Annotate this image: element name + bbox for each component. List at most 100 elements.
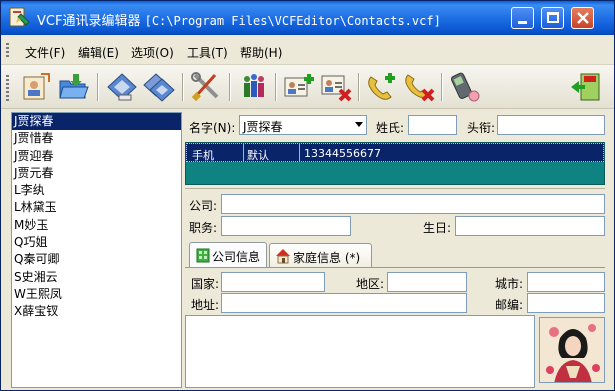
tools-icon (191, 72, 219, 102)
menu-file[interactable]: 文件(F) (25, 44, 65, 61)
file-path: [C:\Program Files\VCFEditor\Contacts.vcf… (144, 14, 441, 28)
house-icon (276, 249, 290, 264)
app-icon (9, 7, 30, 27)
menu-bar: 文件(F) 编辑(E) 选项(O) 工具(T) 帮助(H) (1, 35, 614, 65)
toolbar (1, 65, 614, 109)
contact-list[interactable]: J贾探春 J贾惜春 J贾迎春 J贾元春 L李纨 L林黛玉 M妙玉 Q巧姐 Q秦可… (11, 112, 182, 388)
save-all-button[interactable] (142, 71, 176, 103)
menu-edit[interactable]: 编辑(E) (78, 44, 119, 61)
company-label: 公司: (189, 199, 218, 213)
name-label: 名字(N): (189, 121, 236, 135)
name-value: J贾探春 (243, 120, 283, 134)
minimize-button[interactable] (511, 7, 534, 29)
address-field[interactable] (221, 293, 467, 313)
phone-type: 手机 (192, 149, 214, 162)
mobile-phone-icon (450, 72, 480, 102)
disk-icon (107, 73, 137, 101)
column-divider (299, 144, 300, 161)
list-item[interactable]: W王熙凤 (12, 286, 181, 303)
birthday-field[interactable] (455, 216, 605, 236)
toolbar-separator (97, 73, 99, 101)
toolbar-separator (182, 73, 184, 101)
menu-grip (6, 43, 9, 57)
delete-phone-icon (405, 74, 435, 102)
toolbar-grip (6, 75, 9, 101)
country-label: 国家: (191, 277, 220, 291)
mobile-button[interactable] (449, 71, 483, 103)
list-item[interactable]: S史湘云 (12, 269, 181, 286)
new-contact-icon (23, 73, 50, 100)
list-item[interactable]: J贾惜春 (12, 130, 181, 147)
maximize-icon (547, 12, 559, 23)
table-row[interactable]: 手机 默认 13344556677 (186, 143, 604, 162)
region-label: 地区: (356, 277, 385, 291)
list-item[interactable]: X薛宝钗 (12, 303, 181, 320)
tab-home-info[interactable]: 家庭信息 (*) (269, 243, 372, 267)
title-field[interactable] (497, 115, 605, 135)
list-item[interactable]: J贾元春 (12, 165, 181, 182)
list-item[interactable]: Q巧姐 (12, 234, 181, 251)
toolbar-separator (358, 73, 360, 101)
menu-options[interactable]: 选项(O) (131, 44, 174, 61)
add-contact-button[interactable] (282, 71, 316, 103)
exit-button[interactable] (569, 71, 603, 103)
tab-company-info[interactable]: 公司信息 (189, 242, 267, 267)
divider (185, 188, 605, 189)
phone-list[interactable]: 手机 默认 13344556677 (185, 142, 605, 185)
add-phone-button[interactable] (365, 71, 399, 103)
list-item[interactable]: L李纨 (12, 182, 181, 199)
region-field[interactable] (387, 272, 467, 292)
tab-label: 家庭信息 (*) (293, 251, 361, 265)
name-combo[interactable]: J贾探春 (239, 115, 367, 135)
menu-tools[interactable]: 工具(T) (187, 44, 228, 61)
close-icon (577, 12, 589, 24)
phone-number: 13344556677 (304, 147, 381, 160)
title-label: 头衔: (467, 121, 496, 135)
people-icon (244, 74, 264, 97)
menu-help[interactable]: 帮助(H) (240, 44, 282, 61)
open-file-icon (59, 74, 89, 99)
list-item[interactable]: J贾迎春 (12, 148, 181, 165)
company-field[interactable] (221, 194, 605, 214)
toolbar-separator (441, 73, 443, 101)
city-field[interactable] (527, 272, 605, 292)
contact-photo[interactable] (539, 317, 605, 383)
chevron-down-icon[interactable] (355, 122, 363, 127)
list-item[interactable]: Q秦可卿 (12, 251, 181, 268)
tools-button[interactable] (189, 71, 223, 103)
address-label: 地址: (191, 298, 220, 312)
multi-disk-icon (143, 73, 175, 102)
phone-flag: 默认 (247, 149, 269, 162)
list-item[interactable]: J贾探春 (12, 113, 181, 131)
delete-contact-button[interactable] (319, 71, 353, 103)
column-divider (243, 144, 244, 161)
position-label: 职务: (189, 221, 218, 235)
surname-field[interactable] (408, 115, 457, 135)
title-bar[interactable]: VCF通讯录编辑器 [C:\Program Files\VCFEditor\Co… (1, 1, 614, 35)
add-card-icon (284, 74, 314, 97)
surname-label: 姓氏: (376, 121, 405, 135)
birthday-label: 生日: (423, 221, 452, 235)
close-button[interactable] (571, 7, 594, 29)
list-item[interactable]: M妙玉 (12, 217, 181, 234)
building-icon (196, 248, 210, 263)
save-button[interactable] (105, 71, 139, 103)
delete-phone-button[interactable] (402, 71, 436, 103)
delete-card-icon (321, 75, 352, 102)
postcode-field[interactable] (527, 293, 605, 313)
new-contact-button[interactable] (19, 71, 53, 103)
tab-label: 公司信息 (212, 250, 261, 264)
toolbar-separator (229, 73, 231, 101)
position-field[interactable] (221, 216, 351, 236)
groups-button[interactable] (237, 71, 271, 103)
open-file-button[interactable] (57, 71, 91, 103)
notes-area[interactable] (185, 315, 535, 388)
app-name: VCF通讯录编辑器 (37, 14, 141, 29)
postcode-label: 邮编: (495, 298, 524, 312)
list-item[interactable]: L林黛玉 (12, 199, 181, 216)
country-field[interactable] (221, 272, 325, 292)
window-title: VCF通讯录编辑器 [C:\Program Files\VCFEditor\Co… (37, 10, 441, 29)
toolbar-separator (275, 73, 277, 101)
maximize-button[interactable] (541, 7, 564, 29)
portrait-image (540, 318, 604, 382)
